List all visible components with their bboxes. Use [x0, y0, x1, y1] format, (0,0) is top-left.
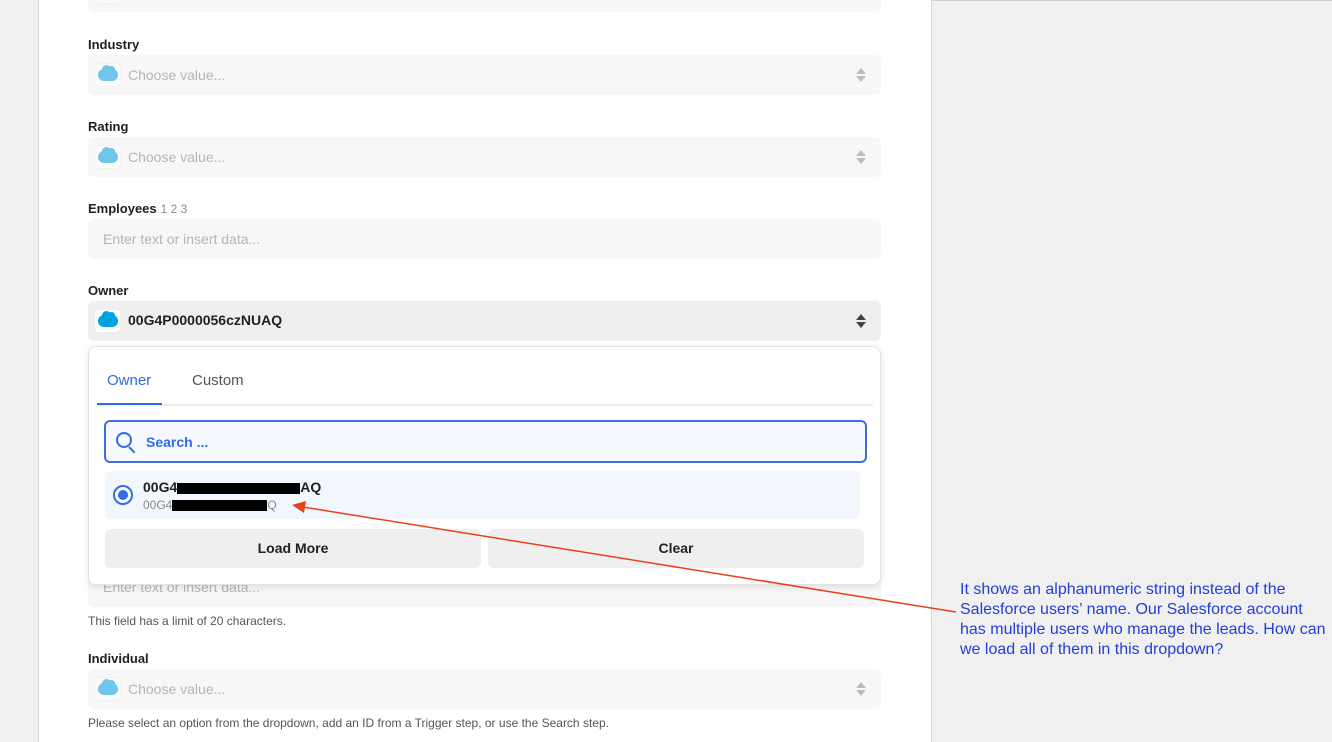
industry-label: Industry	[88, 37, 140, 52]
dropdown-tabs: Owner Custom	[97, 347, 873, 406]
select-arrows-icon	[856, 149, 866, 165]
salesforce-icon	[94, 677, 121, 701]
employees-label: Employees 1 2 3	[88, 201, 187, 216]
salesforce-icon	[94, 0, 121, 4]
search-placeholder: Search ...	[146, 434, 209, 450]
previous-field-select[interactable]	[88, 0, 881, 12]
individual-placeholder: Choose value...	[128, 681, 226, 697]
load-more-button[interactable]: Load More	[105, 529, 481, 568]
option-title-suffix: AQ	[300, 479, 322, 495]
active-tab-indicator	[97, 403, 162, 405]
employees-input[interactable]: Enter text or insert data...	[88, 219, 881, 259]
employees-label-text: Employees	[88, 201, 157, 216]
character-limit-helper: This field has a limit of 20 characters.	[88, 614, 287, 628]
select-arrows-icon	[856, 681, 866, 697]
tab-custom[interactable]: Custom	[192, 372, 244, 389]
salesforce-icon	[94, 63, 121, 87]
option-title-prefix: 00G4	[143, 479, 178, 495]
owner-option[interactable]: 00G4 AQ 00G4 Q	[105, 471, 860, 519]
rating-label: Rating	[88, 119, 129, 134]
employees-hint: 1 2 3	[160, 202, 188, 216]
redaction-bar	[172, 500, 268, 512]
search-icon	[116, 432, 136, 454]
individual-select[interactable]: Choose value...	[88, 669, 881, 709]
select-arrows-icon	[856, 67, 866, 83]
annotation-text: It shows an alphanumeric string instead …	[960, 581, 1326, 658]
owner-value: 00G4P0000056czNUAQ	[128, 312, 283, 328]
tab-owner[interactable]: Owner	[107, 372, 151, 389]
employees-placeholder: Enter text or insert data...	[103, 231, 261, 247]
individual-label: Individual	[88, 651, 149, 666]
rating-select[interactable]: Choose value...	[88, 137, 881, 177]
owner-select[interactable]: 00G4P0000056czNUAQ	[88, 301, 881, 341]
select-arrows-icon	[856, 313, 866, 329]
option-sub-suffix: Q	[267, 498, 277, 512]
radio-selected-icon[interactable]	[113, 485, 133, 505]
redaction-bar	[177, 482, 301, 494]
owner-dropdown: Owner Custom Search ... 00G4 AQ 00G4 Q Loa…	[88, 346, 881, 585]
rating-placeholder: Choose value...	[128, 149, 226, 165]
option-subtitle: 00G4 Q	[143, 498, 277, 512]
search-input[interactable]: Search ...	[104, 420, 867, 463]
salesforce-icon	[94, 309, 121, 333]
industry-placeholder: Choose value...	[128, 67, 226, 83]
salesforce-icon	[94, 145, 121, 169]
individual-helper: Please select an option from the dropdow…	[88, 716, 609, 730]
owner-label: Owner	[88, 283, 129, 298]
top-divider	[931, 0, 1332, 1]
industry-select[interactable]: Choose value...	[88, 55, 881, 95]
option-sub-prefix: 00G4	[143, 498, 173, 512]
clear-button[interactable]: Clear	[488, 529, 864, 568]
option-title: 00G4 AQ	[143, 479, 321, 495]
